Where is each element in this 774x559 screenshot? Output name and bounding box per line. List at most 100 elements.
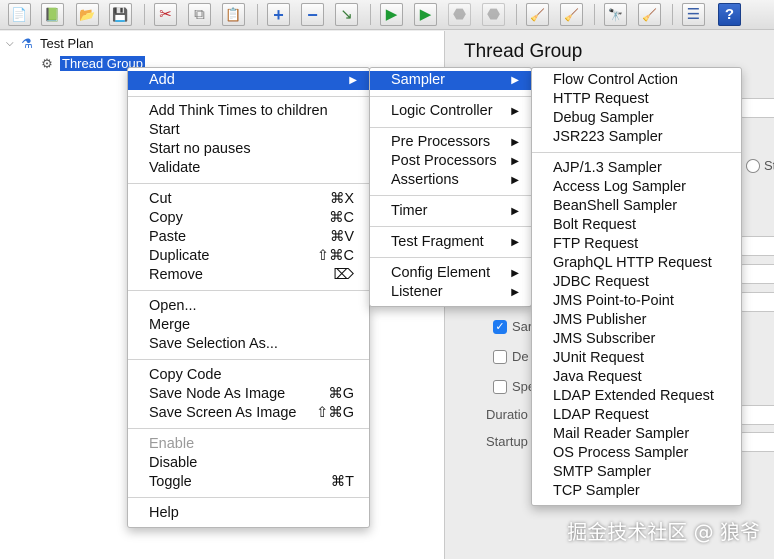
save-icon[interactable]: 💾: [109, 3, 132, 26]
menu-separator: [128, 96, 369, 97]
menu-item-debug-sampler[interactable]: Debug Sampler: [532, 109, 741, 128]
menu-item-assertions[interactable]: Assertions ▶: [370, 171, 531, 190]
menu-separator: [128, 183, 369, 184]
menu-item-disable[interactable]: Disable: [128, 454, 369, 473]
menu-item-junit-request[interactable]: JUnit Request: [532, 349, 741, 368]
menu-item-graphql-http-request[interactable]: GraphQL HTTP Request: [532, 254, 741, 273]
menu-item-pre-processors[interactable]: Pre Processors ▶: [370, 133, 531, 152]
test-plan-icon: ⚗: [21, 35, 33, 51]
menu-item-copy[interactable]: Copy ⌘C: [128, 209, 369, 228]
chevron-right-icon: ▶: [511, 287, 519, 298]
menu-item-merge[interactable]: Merge: [128, 316, 369, 335]
reset-search-icon[interactable]: 🧹: [638, 3, 661, 26]
menu-item-java-request[interactable]: Java Request: [532, 368, 741, 387]
menu-separator: [128, 497, 369, 498]
open-icon[interactable]: 📂: [76, 3, 99, 26]
menu-item-beanshell-sampler[interactable]: BeanShell Sampler: [532, 197, 741, 216]
menu-item-bolt-request[interactable]: Bolt Request: [532, 216, 741, 235]
menu-item-ajp-sampler[interactable]: AJP/1.3 Sampler: [532, 159, 741, 178]
menu-item-open[interactable]: Open...: [128, 297, 369, 316]
menu-item-test-fragment[interactable]: Test Fragment ▶: [370, 233, 531, 252]
menu-separator: [370, 96, 531, 97]
clear-all-icon[interactable]: 🧹: [560, 3, 583, 26]
menu-item-ldap-extended-request[interactable]: LDAP Extended Request: [532, 387, 741, 406]
menu-item-save-selection-as[interactable]: Save Selection As...: [128, 335, 369, 354]
duration-field[interactable]: [740, 405, 774, 425]
menu-item-save-node-as-image[interactable]: Save Node As Image ⌘G: [128, 385, 369, 404]
stop-icon[interactable]: ⬣: [448, 3, 471, 26]
menu-item-save-screen-as-image[interactable]: Save Screen As Image ⇧⌘G: [128, 404, 369, 423]
toolbar-separator: [144, 4, 145, 25]
menu-item-jdbc-request[interactable]: JDBC Request: [532, 273, 741, 292]
menu-item-flow-control-action[interactable]: Flow Control Action: [532, 71, 741, 90]
menu-item-config-element[interactable]: Config Element ▶: [370, 264, 531, 283]
menu-item-jms-subscriber[interactable]: JMS Subscriber: [532, 330, 741, 349]
menu-item-ftp-request[interactable]: FTP Request: [532, 235, 741, 254]
menu-item-smtp-sampler[interactable]: SMTP Sampler: [532, 463, 741, 482]
menu-item-help[interactable]: Help: [128, 504, 369, 523]
menu-item-duplicate[interactable]: Duplicate ⇧⌘C: [128, 247, 369, 266]
start-no-pauses-icon[interactable]: ▶: [414, 3, 437, 26]
menu-item-os-process-sampler[interactable]: OS Process Sampler: [532, 444, 741, 463]
delay-thread-checkbox[interactable]: [493, 350, 507, 364]
menu-item-sampler[interactable]: Sampler ▶: [370, 71, 531, 90]
new-icon[interactable]: 📄: [8, 3, 31, 26]
threads-field[interactable]: [740, 236, 774, 256]
loop-count-field[interactable]: [740, 292, 774, 312]
ramp-up-field[interactable]: [740, 264, 774, 284]
menu-separator: [128, 428, 369, 429]
copy-icon[interactable]: ⧉: [188, 3, 211, 26]
menu-item-validate[interactable]: Validate: [128, 159, 369, 178]
menu-item-add-think-times[interactable]: Add Think Times to children: [128, 102, 369, 121]
chevron-right-icon: ▶: [511, 268, 519, 279]
menu-item-post-processors[interactable]: Post Processors ▶: [370, 152, 531, 171]
clear-icon[interactable]: 🧹: [526, 3, 549, 26]
stop-test-radio[interactable]: [746, 159, 760, 173]
menu-item-start-no-pauses[interactable]: Start no pauses: [128, 140, 369, 159]
same-user-checkbox[interactable]: ✓: [493, 320, 507, 334]
collapse-icon[interactable]: −: [301, 3, 324, 26]
menu-separator: [370, 257, 531, 258]
search-icon[interactable]: 🔭: [604, 3, 627, 26]
startup-delay-label: Startup: [486, 434, 528, 449]
name-field[interactable]: [740, 98, 774, 118]
menu-item-jms-point-to-point[interactable]: JMS Point-to-Point: [532, 292, 741, 311]
toggle-icon[interactable]: ↘: [335, 3, 358, 26]
menu-item-add[interactable]: Add ▶: [128, 71, 369, 90]
tree-node-test-plan[interactable]: ⌵ ⚗ Test Plan: [6, 34, 93, 53]
menu-item-remove[interactable]: Remove ⌦: [128, 266, 369, 285]
sampler-submenu: Flow Control Action HTTP Request Debug S…: [531, 67, 742, 506]
menu-item-http-request[interactable]: HTTP Request: [532, 90, 741, 109]
start-icon[interactable]: ▶: [380, 3, 403, 26]
chevron-right-icon: ▶: [511, 75, 519, 86]
menu-item-logic-controller[interactable]: Logic Controller ▶: [370, 102, 531, 121]
menu-item-paste[interactable]: Paste ⌘V: [128, 228, 369, 247]
menu-item-jsr223-sampler[interactable]: JSR223 Sampler: [532, 128, 741, 147]
menu-item-jms-publisher[interactable]: JMS Publisher: [532, 311, 741, 330]
menu-item-listener[interactable]: Listener ▶: [370, 283, 531, 302]
menu-item-timer[interactable]: Timer ▶: [370, 202, 531, 221]
menu-separator: [128, 359, 369, 360]
templates-icon[interactable]: 📗: [41, 3, 64, 26]
menu-item-cut[interactable]: Cut ⌘X: [128, 190, 369, 209]
chevron-down-icon[interactable]: ⌵: [6, 38, 18, 49]
cut-icon[interactable]: ✂: [154, 3, 177, 26]
menu-item-mail-reader-sampler[interactable]: Mail Reader Sampler: [532, 425, 741, 444]
shutdown-icon[interactable]: ⬣: [482, 3, 505, 26]
toolbar-separator: [370, 4, 371, 25]
menu-item-toggle[interactable]: Toggle ⌘T: [128, 473, 369, 492]
expand-icon[interactable]: +: [267, 3, 290, 26]
chevron-right-icon: ▶: [511, 206, 519, 217]
paste-icon[interactable]: 📋: [222, 3, 245, 26]
help-icon[interactable]: ?: [718, 3, 741, 26]
function-helper-icon[interactable]: ☰: [682, 3, 705, 26]
checkbox-label: De: [512, 349, 529, 364]
startup-delay-field[interactable]: [740, 432, 774, 452]
specify-lifetime-checkbox[interactable]: [493, 380, 507, 394]
menu-item-ldap-request[interactable]: LDAP Request: [532, 406, 741, 425]
toolbar-separator: [594, 4, 595, 25]
menu-item-access-log-sampler[interactable]: Access Log Sampler: [532, 178, 741, 197]
menu-item-tcp-sampler[interactable]: TCP Sampler: [532, 482, 741, 501]
menu-item-start[interactable]: Start: [128, 121, 369, 140]
menu-item-copy-code[interactable]: Copy Code: [128, 366, 369, 385]
